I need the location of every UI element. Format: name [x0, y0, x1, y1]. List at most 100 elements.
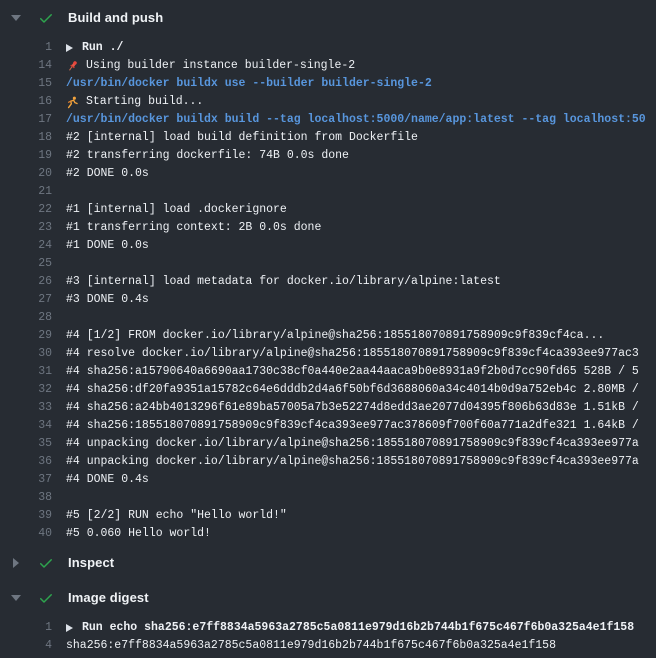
line-number[interactable]: 23: [0, 219, 66, 237]
section-header-build-and-push[interactable]: Build and push: [0, 0, 656, 35]
line-number[interactable]: 16: [0, 93, 66, 111]
line-number[interactable]: 32: [0, 381, 66, 399]
line-number[interactable]: 25: [0, 255, 66, 273]
log-line-text: #2 [internal] load build definition from…: [66, 129, 418, 147]
log-line-content: #4 resolve docker.io/library/alpine@sha2…: [66, 345, 656, 363]
log-line: 27#3 DONE 0.4s: [0, 291, 656, 309]
line-number[interactable]: 29: [0, 327, 66, 345]
log-line-content: #5 [2/2] RUN echo "Hello world!": [66, 507, 656, 525]
log-line-content: /usr/bin/docker buildx use --builder bui…: [66, 75, 656, 93]
line-number[interactable]: 35: [0, 435, 66, 453]
log-line-text: Starting build...: [86, 93, 203, 111]
log-line-content: #1 DONE 0.0s: [66, 237, 656, 255]
chevron-down-icon[interactable]: [8, 595, 24, 601]
log-line-content: #3 [internal] load metadata for docker.i…: [66, 273, 656, 291]
line-number[interactable]: 37: [0, 471, 66, 489]
log-line-text: #4 sha256:185518070891758909c9f839cf4ca3…: [66, 417, 639, 435]
log-line: 25: [0, 255, 656, 273]
line-number[interactable]: 27: [0, 291, 66, 309]
log-line: 21: [0, 183, 656, 201]
log-line-content: sha256:e7ff8834a5963a2785c5a0811e979d16b…: [66, 637, 656, 655]
line-number[interactable]: 22: [0, 201, 66, 219]
log-group-expander-icon[interactable]: [66, 624, 73, 632]
log-line: 1 Run ./: [0, 39, 656, 57]
log-line-text: #5 [2/2] RUN echo "Hello world!": [66, 507, 287, 525]
chevron-down-icon[interactable]: [8, 15, 24, 21]
line-number[interactable]: 33: [0, 399, 66, 417]
log-line-text: Run ./: [82, 39, 123, 57]
line-number[interactable]: 39: [0, 507, 66, 525]
log-lines: 1 Run ./ 14 Using builder instance builder-…: [0, 35, 656, 545]
log-group-expander-icon[interactable]: [66, 44, 73, 52]
log-line: 22#1 [internal] load .dockerignore: [0, 201, 656, 219]
log-line: 38: [0, 489, 656, 507]
log-line-content: Run echo sha256:e7ff8834a5963a2785c5a081…: [66, 619, 656, 637]
log-line: 31#4 sha256:a15790640a6690aa1730c38cf0a4…: [0, 363, 656, 381]
line-number[interactable]: 30: [0, 345, 66, 363]
runner-icon: [66, 96, 79, 109]
line-number[interactable]: 20: [0, 165, 66, 183]
chevron-right-icon[interactable]: [8, 558, 24, 568]
line-number[interactable]: 21: [0, 183, 66, 201]
log-line-content: #4 unpacking docker.io/library/alpine@sh…: [66, 453, 656, 471]
log-line: 30#4 resolve docker.io/library/alpine@sh…: [0, 345, 656, 363]
line-number[interactable]: 15: [0, 75, 66, 93]
log-line: 24#1 DONE 0.0s: [0, 237, 656, 255]
log-line-text: sha256:e7ff8834a5963a2785c5a0811e979d16b…: [66, 637, 556, 655]
line-number[interactable]: 28: [0, 309, 66, 327]
log-line-content: #2 [internal] load build definition from…: [66, 129, 656, 147]
log-line-text: #4 unpacking docker.io/library/alpine@sh…: [66, 435, 639, 453]
log-line-content: #1 transferring context: 2B 0.0s done: [66, 219, 656, 237]
line-number[interactable]: 1: [0, 39, 66, 57]
log-line-text: #4 [1/2] FROM docker.io/library/alpine@s…: [66, 327, 604, 345]
log-line-content: Starting build...: [66, 93, 656, 111]
check-icon: [38, 590, 54, 606]
log-line-content: Using builder instance builder-single-2: [66, 57, 656, 75]
log-line: 32#4 sha256:df20fa9351a15782c64e6dddb2d4…: [0, 381, 656, 399]
log-line-content: Run ./: [66, 39, 656, 57]
log-line: 14 Using builder instance builder-single-…: [0, 57, 656, 75]
log-line-content: #5 0.060 Hello world!: [66, 525, 656, 543]
log-line-text: #1 transferring context: 2B 0.0s done: [66, 219, 321, 237]
log-line-text: #1 DONE 0.0s: [66, 237, 149, 255]
log-line: 33#4 sha256:a24bb4013296f61e89ba57005a7b…: [0, 399, 656, 417]
section-build-and-push: Build and push 1 Run ./ 14 Using builder in…: [0, 0, 656, 545]
line-number[interactable]: 34: [0, 417, 66, 435]
line-number[interactable]: 18: [0, 129, 66, 147]
log-line-content: #4 sha256:a15790640a6690aa1730c38cf0a440…: [66, 363, 656, 381]
log-line: 18#2 [internal] load build definition fr…: [0, 129, 656, 147]
log-line: 35#4 unpacking docker.io/library/alpine@…: [0, 435, 656, 453]
log-line-text: Run echo sha256:e7ff8834a5963a2785c5a081…: [82, 619, 634, 637]
log-line-content: #2 transferring dockerfile: 74B 0.0s don…: [66, 147, 656, 165]
line-number[interactable]: 19: [0, 147, 66, 165]
pushpin-icon: [66, 60, 79, 73]
log-line: 34#4 sha256:185518070891758909c9f839cf4c…: [0, 417, 656, 435]
line-number[interactable]: 26: [0, 273, 66, 291]
log-line-text: #2 DONE 0.0s: [66, 165, 149, 183]
section-header-image-digest[interactable]: Image digest: [0, 580, 656, 615]
log-line: 36#4 unpacking docker.io/library/alpine@…: [0, 453, 656, 471]
line-number[interactable]: 31: [0, 363, 66, 381]
log-line: 1 Run echo sha256:e7ff8834a5963a2785c5a08…: [0, 619, 656, 637]
section-inspect: Inspect: [0, 545, 656, 580]
log-line: 23#1 transferring context: 2B 0.0s done: [0, 219, 656, 237]
line-number[interactable]: 1: [0, 619, 66, 637]
log-line: 20#2 DONE 0.0s: [0, 165, 656, 183]
log-line-content: #1 [internal] load .dockerignore: [66, 201, 656, 219]
line-number[interactable]: 4: [0, 637, 66, 655]
log-line: 4sha256:e7ff8834a5963a2785c5a0811e979d16…: [0, 637, 656, 655]
line-number[interactable]: 40: [0, 525, 66, 543]
line-number[interactable]: 14: [0, 57, 66, 75]
log-line: 19#2 transferring dockerfile: 74B 0.0s d…: [0, 147, 656, 165]
log-line: 28: [0, 309, 656, 327]
log-line: 40#5 0.060 Hello world!: [0, 525, 656, 543]
section-header-inspect[interactable]: Inspect: [0, 545, 656, 580]
line-number[interactable]: 17: [0, 111, 66, 129]
log-line-text: #4 sha256:a24bb4013296f61e89ba57005a7b3e…: [66, 399, 639, 417]
log-line-text: Using builder instance builder-single-2: [86, 57, 355, 75]
check-icon: [38, 555, 54, 571]
line-number[interactable]: 24: [0, 237, 66, 255]
log-line-text: #4 unpacking docker.io/library/alpine@sh…: [66, 453, 639, 471]
line-number[interactable]: 36: [0, 453, 66, 471]
line-number[interactable]: 38: [0, 489, 66, 507]
